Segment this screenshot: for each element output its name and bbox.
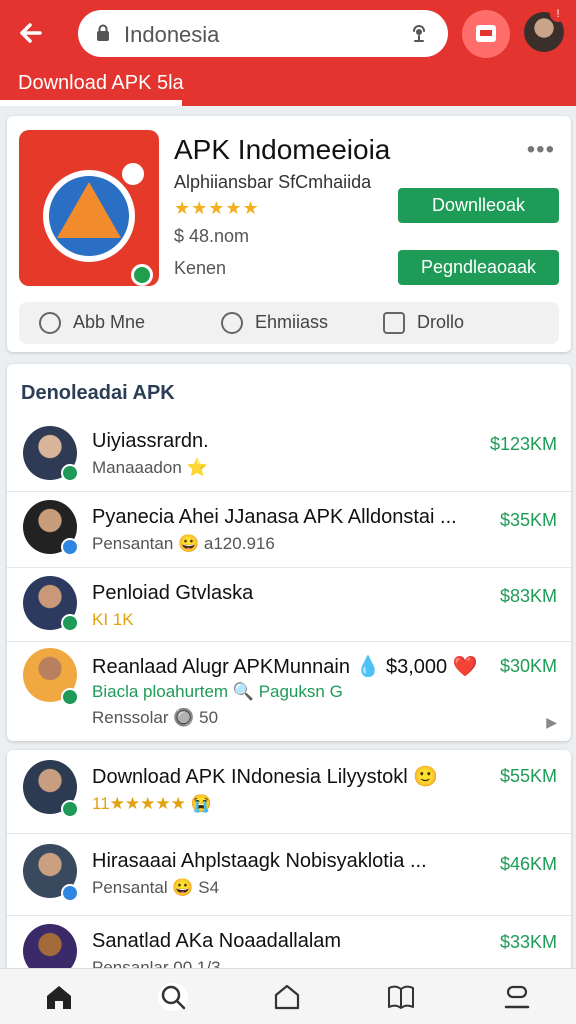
home-icon[interactable] (44, 983, 74, 1011)
verified-icon (61, 688, 79, 706)
verified-icon (131, 264, 153, 286)
list-item[interactable]: Pyanecia Ahei JJanasa APK Alldonstai ...… (7, 492, 571, 568)
list-item-title: Uiyiassrardn. (92, 430, 209, 452)
search-icon[interactable] (158, 983, 188, 1011)
comment-icon (221, 312, 243, 335)
list-item[interactable]: Hirasaaai Ahplstaagk Nobisyaklotia ... P… (7, 834, 571, 916)
verified-icon (61, 800, 79, 818)
list-item-subtitle: Pensantal 😀 S4 (92, 878, 220, 897)
share-action-label: Drollo (417, 312, 465, 332)
chevron-right-icon[interactable]: ▶ (546, 714, 557, 731)
list-item[interactable]: Download APK INdonesia Lilyystokl 🙂 11★★… (7, 750, 571, 834)
verified-icon (61, 538, 79, 556)
list-item-subtitle: 11★★★★★ 😭 (92, 794, 212, 813)
more-horizontal-icon[interactable]: ••• (527, 136, 555, 164)
verified-icon (61, 614, 79, 632)
list-item-size: $46KM (499, 854, 557, 874)
download-list-card-2: Download APK INdonesia Lilyystokl 🙂 11★★… (7, 750, 571, 990)
section-title: Denoleadai APK (21, 382, 175, 404)
tab-download-apk[interactable]: Download APK 5la (18, 72, 184, 95)
profile-icon[interactable] (502, 983, 532, 1011)
list-item-size: $55KM (499, 766, 557, 786)
list-item-subtitle: KI 1K (92, 610, 134, 629)
rating-stars: ★★★★★ (174, 198, 260, 218)
list-item-title: Sanatlad AKa Noaadallalam (92, 930, 342, 952)
mic-icon[interactable] (408, 22, 430, 44)
screen-cast-icon[interactable] (462, 10, 510, 58)
list-item-title: Hirasaaai Ahplstaagk Nobisyaklotia ... (92, 850, 427, 872)
list-item-title: Download APK INdonesia Lilyystokl 🙂 (92, 766, 439, 788)
book-icon[interactable] (386, 983, 416, 1011)
comment-action[interactable]: Ehmiiass (221, 312, 329, 335)
list-item-size: $123KM (489, 434, 557, 454)
list-item-subtitle: Pensantan 😀 a120.916 (92, 534, 275, 553)
list-item-meta: Renssolar 🔘 50 (92, 708, 219, 727)
tab-indicator (0, 100, 182, 106)
app-header: Indonesia ! Download APK 5la (0, 0, 576, 106)
bottom-navigation (0, 968, 576, 1024)
search-input[interactable]: Indonesia (124, 22, 219, 48)
verified-icon (61, 884, 79, 902)
search-bar[interactable]: Indonesia (78, 10, 448, 57)
list-item-size: $30KM (499, 656, 557, 676)
list-item-title: Reanlaad Alugr APKMunnain 💧 $3,000 ❤️ (92, 656, 478, 678)
list-item-subtitle: Manaaadon ⭐ (92, 458, 208, 477)
list-item-title: Pyanecia Ahei JJanasa APK Alldonstai ... (92, 506, 457, 528)
list-item-subtitle: Biacla ploahurtem 🔍 Paguksn G (92, 682, 343, 701)
download-list-card: Denoleadai APK Uiyiassrardn. Manaaadon ⭐… (7, 364, 571, 741)
share-icon (383, 312, 405, 335)
app-developer[interactable]: Alphiiansbar SfCmhaiida (174, 172, 371, 193)
like-action-label: Abb Mne (73, 312, 146, 332)
app-size: $ 48.nom (174, 226, 250, 246)
app-logo (19, 130, 159, 286)
list-item-size: $83KM (499, 586, 557, 606)
like-action[interactable]: Abb Mne (39, 312, 146, 335)
lock-icon (96, 24, 110, 42)
shop-icon[interactable] (272, 983, 302, 1011)
list-item[interactable]: Uiyiassrardn. Manaaadon ⭐ $123KM (7, 416, 571, 492)
arrow-left-icon[interactable] (16, 18, 52, 48)
verified-icon (61, 464, 79, 482)
comment-action-label: Ehmiiass (255, 312, 329, 332)
app-card: APK Indomeeioia Alphiiansbar SfCmhaiida … (7, 116, 571, 352)
app-title: APK Indomeeioia (174, 134, 391, 165)
thumb-up-icon (39, 312, 61, 335)
list-item[interactable]: Reanlaad Alugr APKMunnain 💧 $3,000 ❤️ Bi… (7, 642, 571, 738)
list-item-title: Penloiad Gtvlaska (92, 582, 254, 604)
notification-badge: ! (550, 6, 566, 22)
app-meta: Kenen (174, 258, 227, 278)
secondary-download-button[interactable]: Pegndleaoaak (398, 250, 559, 285)
share-action[interactable]: Drollo (383, 312, 465, 335)
list-item[interactable]: Penloiad Gtvlaska KI 1K $83KM (7, 568, 571, 642)
list-item-size: $33KM (499, 932, 557, 952)
download-button[interactable]: Downlleoak (398, 188, 559, 223)
list-item-size: $35KM (499, 510, 557, 530)
action-bar: Abb Mne Ehmiiass Drollo (19, 302, 559, 344)
